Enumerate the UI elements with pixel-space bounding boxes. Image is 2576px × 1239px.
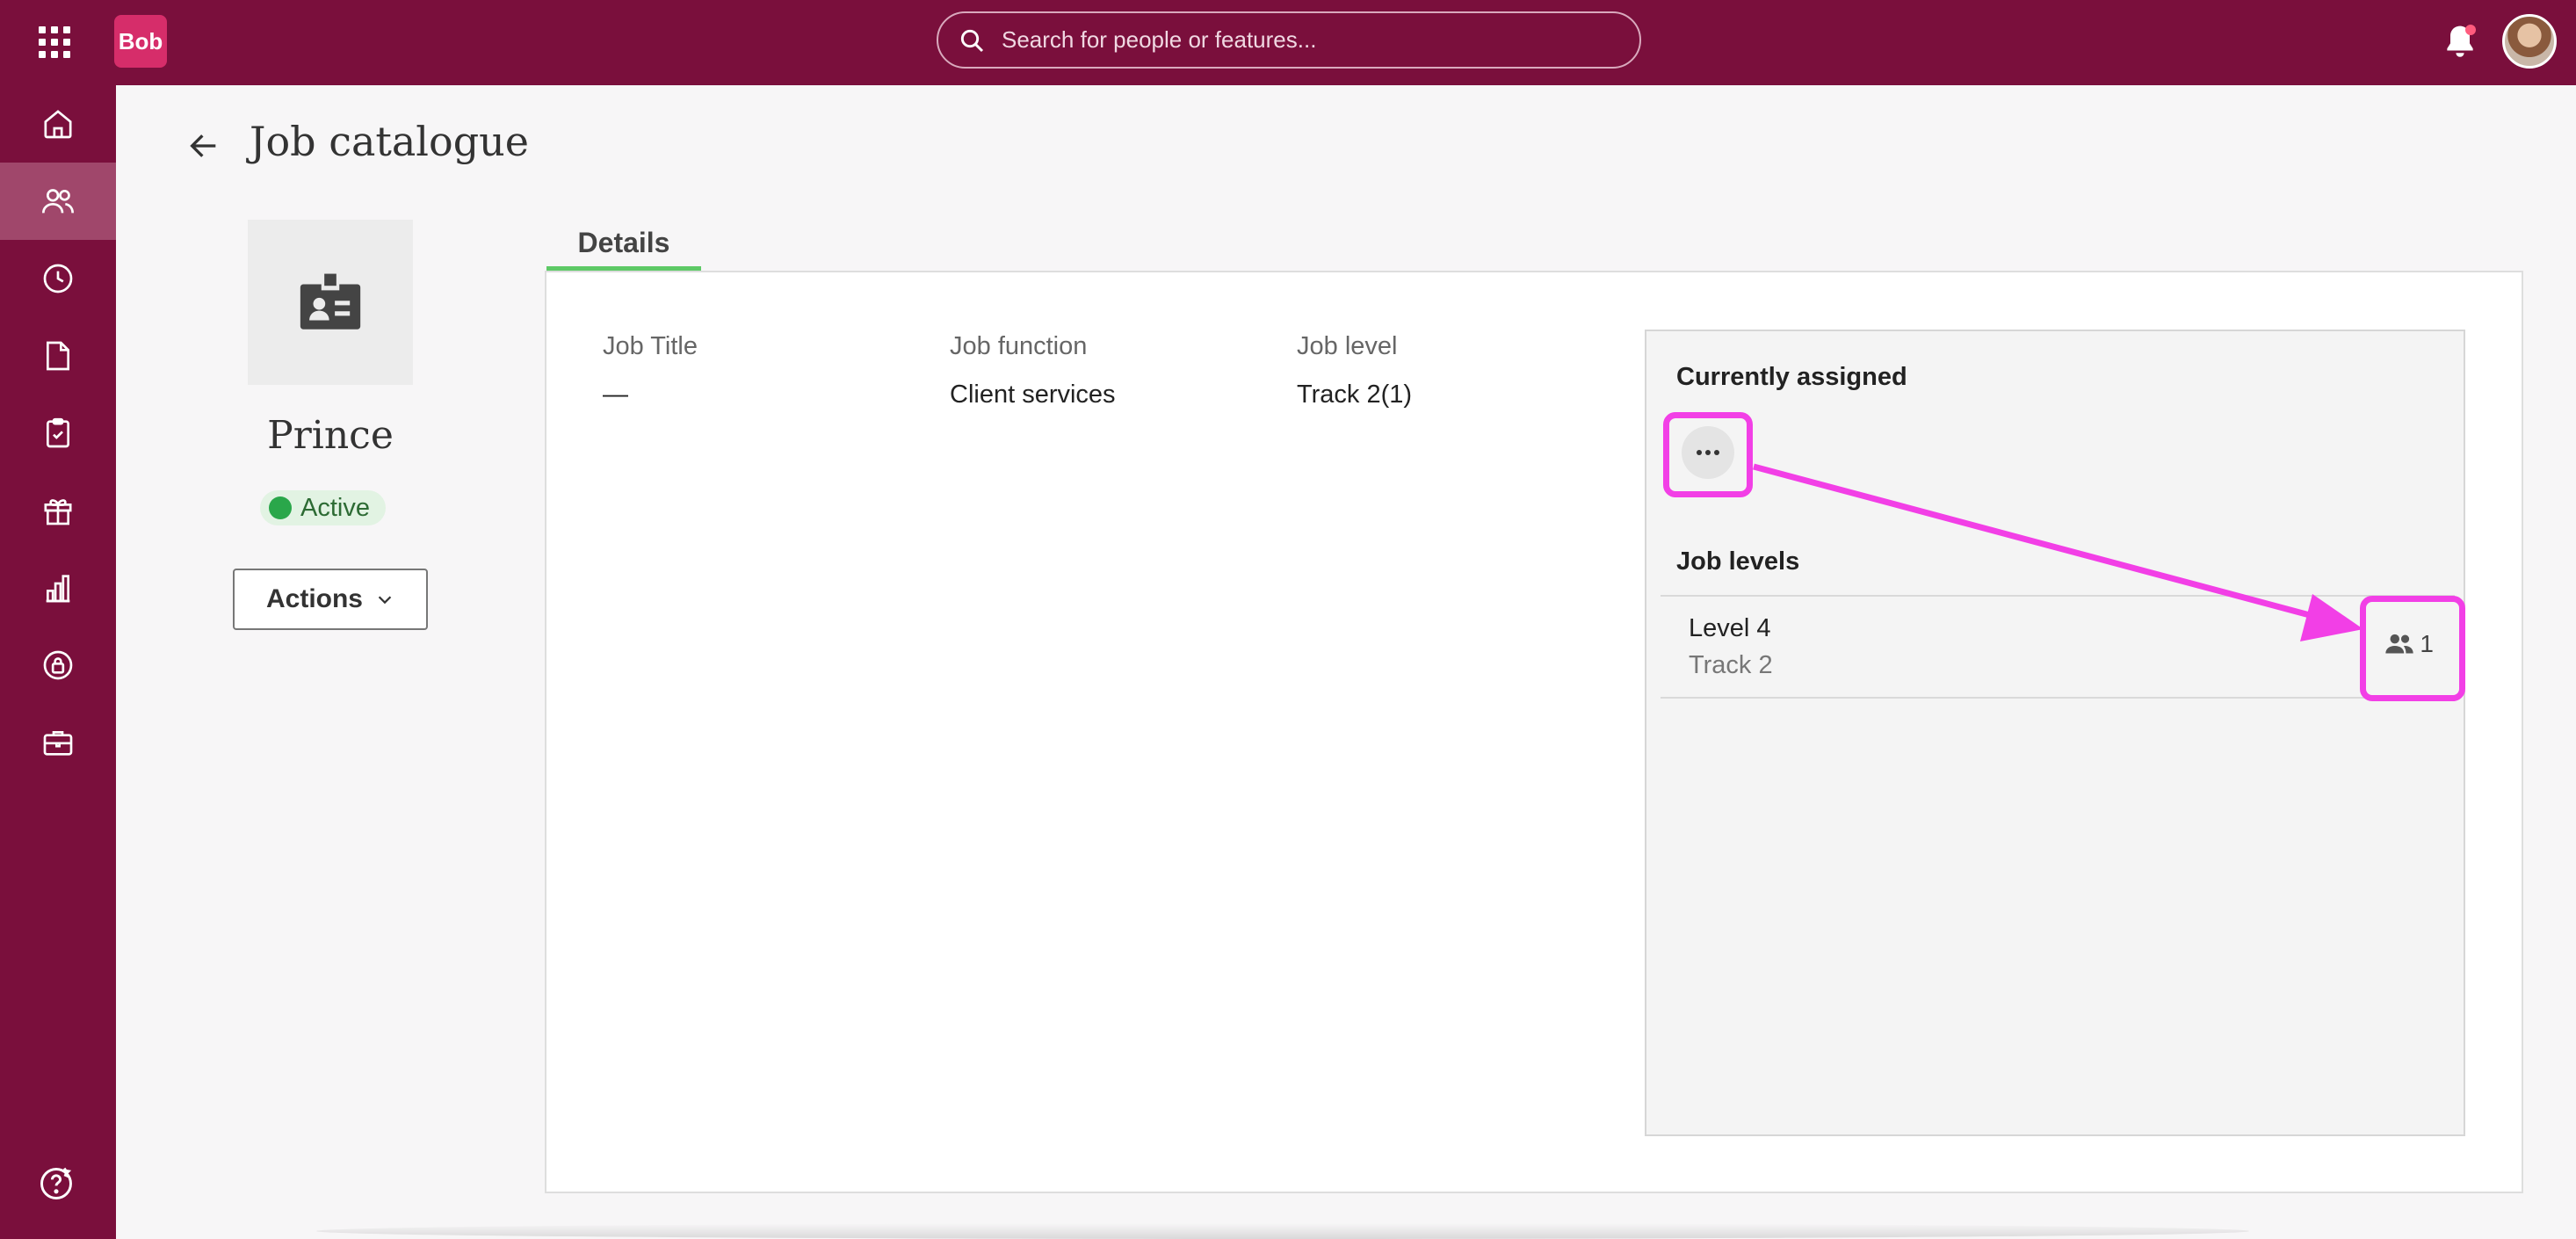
annotation-highlight-people-count: [2360, 596, 2465, 701]
notification-dot: [2465, 25, 2476, 35]
field-job-title: Job Title —: [603, 332, 698, 409]
profile-name: Prince: [267, 413, 394, 458]
bob-logo[interactable]: Bob: [114, 15, 167, 68]
job-image: [248, 220, 413, 385]
annotation-highlight-more-button: [1663, 412, 1753, 497]
field-value: Track 2(1): [1297, 380, 1413, 409]
sidebar-item-home[interactable]: [0, 85, 116, 163]
clipboard-check-icon: [47, 417, 69, 448]
status-dot: [269, 496, 292, 519]
sidebar-item-time[interactable]: [0, 240, 116, 317]
search-icon: [960, 29, 984, 52]
page-title: Job catalogue: [250, 118, 530, 165]
tab-details[interactable]: Details: [546, 227, 701, 271]
bottom-shadow: [316, 1223, 2249, 1239]
back-arrow-icon[interactable]: [186, 128, 221, 163]
currently-assigned-panel: Currently assigned Job levels Level 4 Tr…: [1645, 330, 2465, 1136]
status-label: Active: [300, 493, 370, 522]
bar-chart-icon: [46, 575, 70, 603]
document-icon: [47, 341, 69, 371]
field-value: Client services: [950, 380, 1116, 409]
sidebar-item-tasks[interactable]: [0, 395, 116, 472]
level-name: Level 4: [1689, 614, 1771, 642]
sidebar-item-documents[interactable]: [0, 317, 116, 395]
lock-icon: [43, 650, 73, 680]
top-bar: Bob: [0, 0, 2576, 85]
field-value: —: [603, 380, 628, 409]
search-bar[interactable]: [937, 11, 1641, 69]
sidebar-item-benefits[interactable]: [0, 472, 116, 549]
field-label: Job Title: [603, 332, 698, 360]
currently-assigned-title: Currently assigned: [1676, 363, 1907, 391]
field-label: Job level: [1297, 332, 1398, 360]
clock-icon: [43, 264, 73, 293]
field-job-level: Job level Track 2(1): [1297, 332, 1412, 409]
people-icon: [42, 189, 74, 214]
sidebar: [0, 85, 116, 1239]
actions-button[interactable]: Actions: [233, 569, 428, 630]
job-levels-title: Job levels: [1676, 547, 1800, 576]
user-avatar[interactable]: [2502, 14, 2557, 69]
job-level-row[interactable]: Level 4 Track 2 1: [1661, 595, 2455, 699]
apps-grid-icon[interactable]: [39, 26, 70, 58]
sidebar-item-security[interactable]: [0, 627, 116, 704]
sidebar-item-people[interactable]: [0, 163, 116, 240]
status-badge: Active: [260, 490, 386, 525]
sidebar-item-jobs[interactable]: [0, 704, 116, 781]
briefcase-icon: [43, 731, 73, 756]
home-icon: [44, 110, 72, 139]
actions-label: Actions: [265, 584, 363, 613]
sidebar-item-analytics[interactable]: [0, 549, 116, 627]
level-track: Track 2: [1689, 651, 1773, 679]
gift-icon: [44, 499, 72, 525]
field-job-function: Job function Client services: [950, 332, 1116, 409]
search-input[interactable]: [1002, 26, 1617, 54]
field-label: Job function: [950, 332, 1088, 360]
help-icon[interactable]: [37, 1164, 76, 1203]
id-badge-icon: [300, 273, 361, 330]
chevron-down-icon: [378, 596, 392, 605]
